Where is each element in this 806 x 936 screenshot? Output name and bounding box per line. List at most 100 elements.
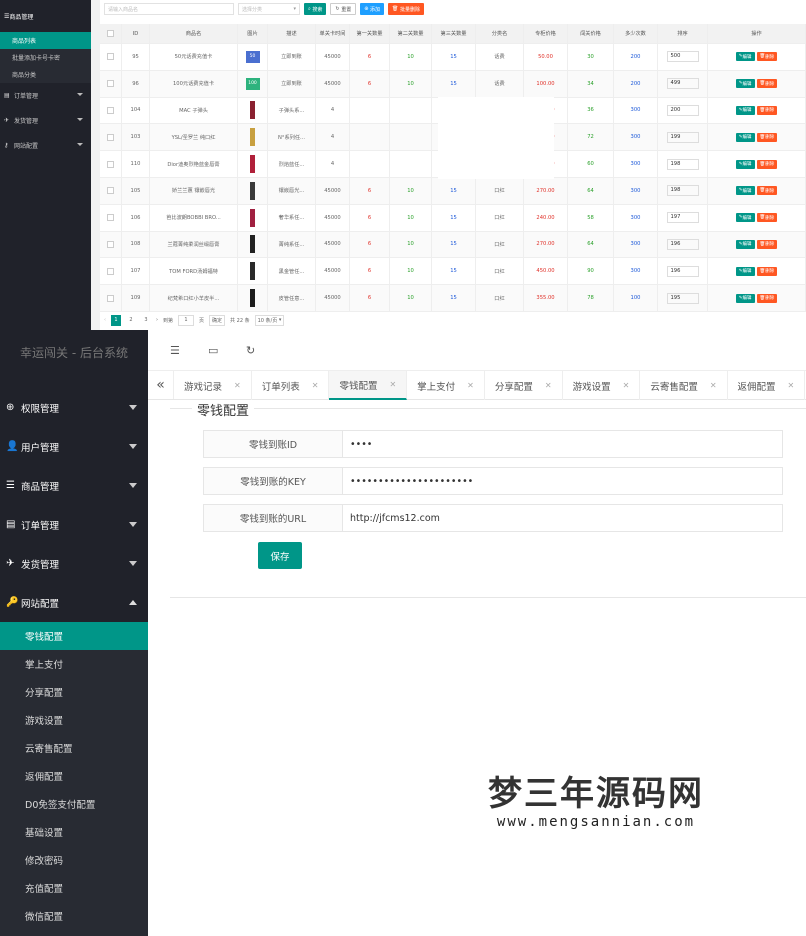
sidebar-subitem[interactable]: 云寄售配置 bbox=[0, 734, 148, 762]
sidebar-subitem[interactable]: 游戏设置 bbox=[0, 706, 148, 734]
delete-button[interactable]: 🗑 删除 bbox=[756, 293, 778, 303]
sidebar-item-orders[interactable]: ▤ 订单管理 bbox=[0, 505, 148, 544]
tab-item[interactable]: 订单列表 ✕ bbox=[252, 371, 330, 400]
row-checkbox[interactable] bbox=[107, 240, 114, 248]
close-icon[interactable]: ✕ bbox=[710, 381, 717, 390]
tab-item[interactable]: 返佣配置 ✕ bbox=[728, 371, 806, 400]
row-checkbox[interactable] bbox=[107, 133, 114, 141]
row-checkbox[interactable] bbox=[107, 80, 114, 88]
tab-item[interactable]: 游戏记录 ✕ bbox=[174, 371, 252, 400]
wallet-key-input[interactable]: •••••••••••••••••••••• bbox=[343, 467, 783, 495]
delete-button[interactable]: 🗑 删除 bbox=[756, 186, 778, 196]
order-input[interactable]: 199 bbox=[666, 131, 699, 143]
order-input[interactable]: 195 bbox=[666, 292, 699, 304]
edit-button[interactable]: ✎ 编辑 bbox=[735, 213, 755, 223]
order-input[interactable]: 196 bbox=[666, 265, 699, 277]
sidebar-subitem[interactable]: 基础设置 bbox=[0, 818, 148, 846]
edit-button[interactable]: ✎ 编辑 bbox=[735, 79, 755, 89]
sidebar-item-delivery[interactable]: ✈ 发货管理 bbox=[0, 544, 148, 583]
close-icon[interactable]: ✕ bbox=[623, 381, 630, 390]
row-checkbox[interactable] bbox=[107, 294, 114, 302]
sidebar-subitem[interactable]: 掌上支付 bbox=[0, 650, 148, 678]
row-checkbox[interactable] bbox=[107, 187, 114, 195]
delete-button[interactable]: 🗑 删除 bbox=[756, 105, 778, 115]
delete-button[interactable]: 🗑 删除 bbox=[756, 79, 778, 89]
close-icon[interactable]: ✕ bbox=[234, 381, 241, 390]
goto-confirm-button[interactable]: 确定 bbox=[209, 314, 226, 326]
order-input[interactable]: 198 bbox=[666, 158, 699, 170]
sidebar-item-site-config[interactable]: ⚷ 网站配置 bbox=[0, 133, 91, 158]
prev-page-icon[interactable]: ‹ bbox=[104, 317, 106, 323]
sidebar-item-products[interactable]: ☰ 商品管理 bbox=[0, 466, 148, 505]
tab-item[interactable]: 云寄售配置 ✕ bbox=[640, 371, 728, 400]
page-3[interactable]: 3 bbox=[141, 315, 151, 326]
sidebar-subitem[interactable]: 修改密码 bbox=[0, 846, 148, 874]
tab-item[interactable]: 掌上支付 ✕ bbox=[407, 371, 485, 400]
close-icon[interactable]: ✕ bbox=[389, 380, 396, 389]
product-name-search-input[interactable]: 请输入商品名 bbox=[104, 3, 234, 15]
close-icon[interactable]: ✕ bbox=[312, 381, 319, 390]
sidebar-item-permissions[interactable]: ⊕ 权限管理 bbox=[0, 388, 148, 427]
tabs-scroll-left-icon[interactable]: « bbox=[148, 371, 174, 399]
sidebar-subitem[interactable]: 自定义中奖记录 bbox=[0, 930, 148, 936]
wallet-id-input[interactable]: •••• bbox=[343, 430, 783, 458]
edit-button[interactable]: ✎ 编辑 bbox=[735, 132, 755, 142]
row-checkbox[interactable] bbox=[107, 267, 114, 275]
goto-page-input[interactable]: 1 bbox=[178, 314, 195, 326]
sidebar-item-category[interactable]: 商品分类 bbox=[0, 66, 91, 83]
delete-button[interactable]: 🗑 删除 bbox=[756, 52, 778, 62]
edit-button[interactable]: ✎ 编辑 bbox=[735, 105, 755, 115]
sidebar-subitem[interactable]: D0免签支付配置 bbox=[0, 790, 148, 818]
tab-item[interactable]: 游戏设置 ✕ bbox=[563, 371, 641, 400]
close-icon[interactable]: ✕ bbox=[788, 381, 795, 390]
menu-toggle-icon[interactable]: ☰ bbox=[170, 344, 180, 357]
delete-button[interactable]: 🗑 删除 bbox=[756, 266, 778, 276]
close-icon[interactable]: ✕ bbox=[467, 381, 474, 390]
edit-button[interactable]: ✎ 编辑 bbox=[735, 293, 755, 303]
batch-delete-button[interactable]: 🗑 批量删除 bbox=[388, 3, 425, 15]
edit-button[interactable]: ✎ 编辑 bbox=[735, 186, 755, 196]
refresh-icon[interactable]: ↻ bbox=[246, 344, 255, 357]
tab-item[interactable]: 分享配置 ✕ bbox=[485, 371, 563, 400]
delete-button[interactable]: 🗑 删除 bbox=[756, 159, 778, 169]
edit-button[interactable]: ✎ 编辑 bbox=[735, 266, 755, 276]
sidebar-item-users[interactable]: 👤 用户管理 bbox=[0, 427, 148, 466]
order-input[interactable]: 499 bbox=[666, 78, 699, 90]
sidebar-item-site-config[interactable]: 🔑 网站配置 bbox=[0, 583, 148, 622]
reset-button[interactable]: ↻ 重置 bbox=[330, 3, 357, 15]
sidebar-subitem[interactable]: 充值配置 bbox=[0, 874, 148, 902]
delete-button[interactable]: 🗑 删除 bbox=[756, 132, 778, 142]
sidebar-item-delivery[interactable]: ✈ 发货管理 bbox=[0, 108, 91, 133]
row-checkbox[interactable] bbox=[107, 106, 114, 114]
order-input[interactable]: 197 bbox=[666, 212, 699, 224]
next-page-icon[interactable]: › bbox=[156, 317, 158, 323]
order-input[interactable]: 500 bbox=[666, 51, 699, 63]
wallet-url-input[interactable]: http://jfcms12.com bbox=[343, 504, 783, 532]
per-page-select[interactable]: 10 条/页 ▾ bbox=[254, 314, 285, 326]
delete-button[interactable]: 🗑 删除 bbox=[756, 239, 778, 249]
row-checkbox[interactable] bbox=[107, 214, 114, 222]
edit-button[interactable]: ✎ 编辑 bbox=[735, 239, 755, 249]
sidebar-item-orders[interactable]: ▤ 订单管理 bbox=[0, 83, 91, 108]
order-input[interactable]: 200 bbox=[666, 104, 699, 116]
sidebar-subitem[interactable]: 分享配置 bbox=[0, 678, 148, 706]
save-button[interactable]: 保存 bbox=[258, 542, 302, 569]
tab-item[interactable]: 零钱配置 ✕ bbox=[329, 371, 408, 400]
monitor-icon[interactable]: ▭ bbox=[208, 344, 218, 357]
page-2[interactable]: 2 bbox=[126, 315, 136, 326]
edit-button[interactable]: ✎ 编辑 bbox=[735, 159, 755, 169]
row-checkbox[interactable] bbox=[107, 53, 114, 61]
row-checkbox[interactable] bbox=[107, 160, 114, 168]
page-1[interactable]: 1 bbox=[111, 314, 121, 326]
delete-button[interactable]: 🗑 删除 bbox=[756, 213, 778, 223]
sidebar-item-batch-add[interactable]: 批量添加卡号卡密 bbox=[0, 49, 91, 66]
category-select[interactable]: 选择分类 ▾ bbox=[238, 3, 300, 15]
close-icon[interactable]: ✕ bbox=[545, 381, 552, 390]
search-button[interactable]: ⌕ 搜索 bbox=[304, 3, 327, 15]
sidebar-subitem[interactable]: 返佣配置 bbox=[0, 762, 148, 790]
sidebar-item-products[interactable]: ☰ 商品管理 bbox=[0, 0, 91, 32]
sidebar-item-product-list[interactable]: 商品列表 bbox=[0, 32, 91, 49]
sidebar-subitem[interactable]: 零钱配置 bbox=[0, 622, 148, 650]
sidebar-subitem[interactable]: 微信配置 bbox=[0, 902, 148, 930]
add-button[interactable]: ⊕ 添加 bbox=[360, 3, 385, 15]
